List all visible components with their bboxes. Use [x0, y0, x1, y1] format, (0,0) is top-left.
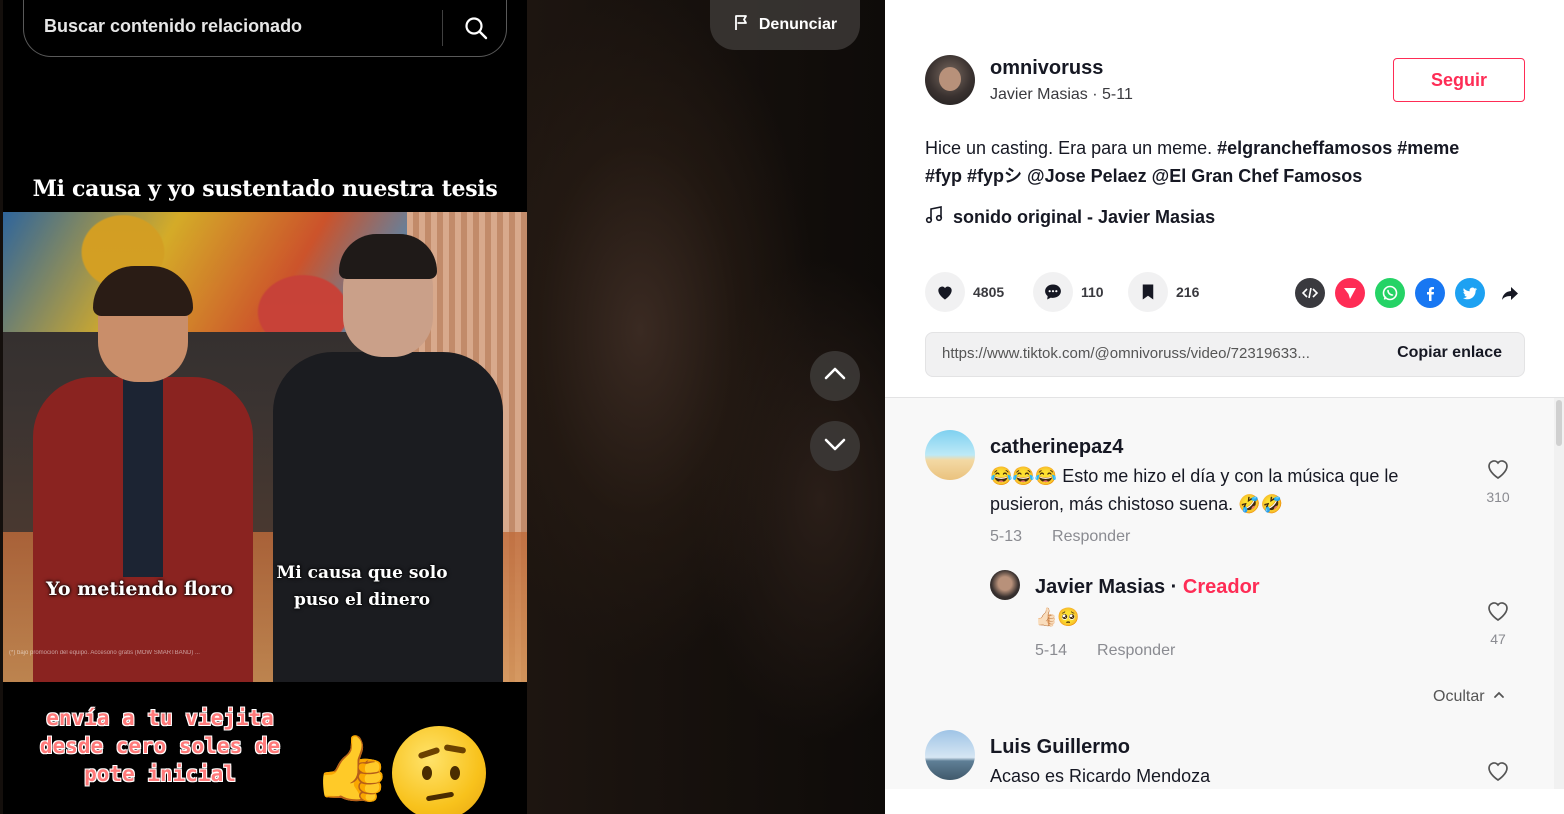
scrollbar-thumb[interactable] [1556, 400, 1562, 446]
person-black-jacket [273, 234, 503, 682]
comment-action[interactable]: 110 [1033, 272, 1104, 312]
comment-text-line2: pusieron, más chistoso suena. 🤣🤣 [990, 494, 1283, 514]
comment-input-area [885, 789, 1564, 814]
search-bar[interactable]: Buscar contenido relacionado [23, 0, 507, 57]
comment-text: 😂😂😂 Esto me hizo el día y con la música … [990, 462, 1480, 518]
video-area: Mi causa y yo sustentado nuestra tesis (… [0, 0, 885, 814]
hide-replies-button[interactable]: Ocultar [1433, 688, 1505, 706]
heart-outline-icon[interactable] [1486, 602, 1510, 626]
search-divider [442, 10, 443, 46]
comment-like[interactable] [1478, 760, 1518, 787]
reply-meta: 5-14 Responder [1035, 642, 1175, 660]
flag-icon [733, 14, 751, 37]
comment-text: Acaso es Ricardo Mendoza [990, 766, 1211, 786]
comment-text-line1: 😂😂😂 Esto me hizo el día y con la música … [990, 466, 1399, 486]
video-caption-right: Mi causa que solo puso el dinero [276, 563, 448, 610]
copy-link-box: https://www.tiktok.com/@omnivoruss/video… [925, 332, 1525, 377]
comment-list: catherinepaz4 😂😂😂 Esto me hizo el día y … [885, 397, 1564, 789]
embed-icon[interactable] [1295, 278, 1325, 308]
search-icon[interactable] [456, 8, 496, 48]
report-label: Denunciar [758, 16, 838, 33]
video-promo-text: envía a tu viejita desde cero soles de p… [39, 706, 281, 786]
description-text: Hice un casting. Era para un meme. [925, 138, 1213, 158]
whatsapp-icon[interactable] [1375, 278, 1405, 308]
reply-date: 5-14 [1035, 642, 1068, 659]
video-caption-left: Yo metiendo floro [46, 578, 234, 600]
reply-avatar[interactable] [990, 570, 1020, 600]
facebook-icon[interactable] [1415, 278, 1445, 308]
twitter-icon[interactable] [1455, 278, 1485, 308]
author-avatar[interactable] [925, 55, 975, 105]
author-username[interactable]: omnivoruss [990, 57, 1103, 80]
tiktok-video-page: Mi causa y yo sustentado nuestra tesis (… [0, 0, 1564, 814]
hide-label: Ocultar [1433, 688, 1485, 705]
author-meta: Javier Masias · 5-11 [990, 86, 1133, 103]
music-note-icon [925, 206, 943, 229]
reply-username-text[interactable]: Javier Masias [1035, 576, 1165, 598]
comment-icon[interactable] [1033, 272, 1073, 312]
save-count: 216 [1176, 284, 1200, 300]
follow-button[interactable]: Seguir [1393, 58, 1525, 102]
description-tags-line1[interactable]: #elgrancheffamosos #meme [1217, 138, 1459, 158]
chevron-up-icon [822, 361, 848, 392]
comment-username[interactable]: Luis Guillermo [990, 736, 1130, 759]
reply-reply-button[interactable]: Responder [1097, 642, 1175, 660]
comment-scrollbar[interactable] [1554, 398, 1564, 789]
video-url[interactable]: https://www.tiktok.com/@omnivoruss/video… [942, 345, 1372, 362]
reply-button[interactable]: Responder [1052, 528, 1130, 546]
video-clip-scene: (*) bajo promocion del equipo. Accesorio… [3, 212, 527, 682]
reply-username[interactable]: Javier Masias · Creador [1035, 576, 1260, 599]
comment-like[interactable]: 310 [1478, 458, 1518, 505]
save-action[interactable]: 216 [1128, 272, 1199, 312]
chevron-up-icon [1493, 688, 1505, 706]
comment-username[interactable]: catherinepaz4 [990, 436, 1123, 459]
comment-avatar[interactable] [925, 430, 975, 480]
video-caption-top: Mi causa y yo sustentado nuestra tesis [32, 176, 498, 202]
thumbs-up-emoji: 👍 [312, 732, 392, 804]
video-description: Hice un casting. Era para un meme. #elgr… [925, 134, 1525, 190]
like-action[interactable]: 4805 [925, 272, 1004, 312]
creator-separator: · [1170, 576, 1183, 598]
heart-outline-icon[interactable] [1486, 762, 1510, 786]
share-arrow-icon[interactable] [1495, 278, 1525, 308]
chevron-down-icon [822, 431, 848, 462]
description-tags-line2[interactable]: #fyp #fypシ @Jose Pelaez @El Gran Chef Fa… [925, 166, 1362, 186]
comment-count: 110 [1081, 284, 1104, 300]
comment-avatar[interactable] [925, 730, 975, 780]
bookmark-icon[interactable] [1128, 272, 1168, 312]
copy-link-button[interactable]: Copiar enlace [1397, 344, 1502, 362]
creator-badge: Creador [1182, 576, 1260, 598]
comment-like-count: 310 [1486, 489, 1510, 505]
reply-like[interactable]: 47 [1478, 600, 1518, 647]
like-count: 4805 [973, 284, 1005, 300]
comment-date: 5-13 [990, 528, 1023, 545]
video-fineprint: (*) bajo promocion del equipo. Accesorio… [9, 650, 200, 656]
report-button[interactable]: Denunciar [710, 0, 860, 50]
comment-meta: 5-13 Responder [990, 528, 1130, 546]
send-icon[interactable] [1335, 278, 1365, 308]
raised-eyebrow-emoji [392, 726, 486, 814]
next-video-button[interactable] [810, 421, 860, 471]
heart-outline-icon[interactable] [1486, 460, 1510, 484]
details-panel: omnivoruss Javier Masias · 5-11 Seguir H… [885, 0, 1564, 814]
heart-icon[interactable] [925, 272, 965, 312]
reply-text: 👍🏻🥺 [1035, 607, 1080, 627]
search-input[interactable]: Buscar contenido relacionado [44, 16, 302, 37]
music-link[interactable]: sonido original - Javier Masias [925, 206, 1215, 229]
person-red-jacket [33, 266, 253, 682]
music-label: sonido original - Javier Masias [953, 207, 1216, 227]
reply-like-count: 47 [1490, 631, 1506, 647]
previous-video-button[interactable] [810, 351, 860, 401]
action-bar: 4805 110 216 [925, 272, 1525, 312]
